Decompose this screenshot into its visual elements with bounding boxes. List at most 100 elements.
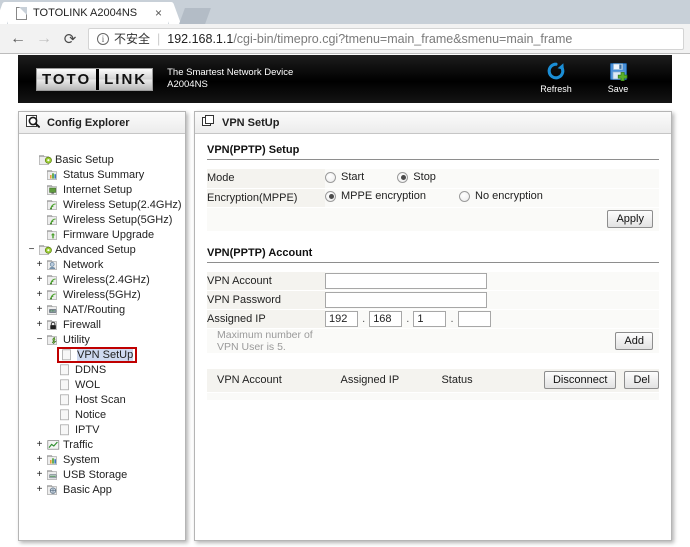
collapse-icon[interactable]: − [27,244,36,255]
mode-radio-start[interactable]: Start [325,171,364,183]
vpn-setup-panel: VPN SetUp VPN(PPTP) Setup Mode Start Sto… [194,111,672,541]
info-icon[interactable]: i [97,32,109,45]
refresh-button[interactable]: Refresh [534,59,578,94]
sidebar-item-label: Network [63,258,104,271]
tree-item-content: Notice [59,409,106,421]
sidebar-item-label: USB Storage [63,468,128,481]
assigned-ip-octet-1[interactable] [325,311,358,327]
browser-tab[interactable]: TOTOLINK A2004NS × [8,2,168,24]
expand-icon[interactable]: + [35,274,44,285]
vpn-account-input[interactable] [325,272,487,289]
empty-cell [207,392,659,400]
folder-gear-icon [39,154,52,166]
forward-button[interactable]: → [32,27,56,51]
sidebar-item-vpn-setup[interactable]: VPN SetUp [27,346,185,363]
sidebar-item-wireless-setup-2-4ghz[interactable]: Wireless Setup(2.4GHz) [27,197,185,212]
sidebar-item-network[interactable]: + Network [27,257,185,272]
chart-icon [47,169,60,181]
assigned-ip-value-cell: . . . [325,309,659,329]
sidebar-item-nat-routing[interactable]: + NAT/Routing [27,302,185,317]
tree-item-content: Basic App [47,484,112,496]
tree-item-content: USB Storage [47,469,127,481]
save-button[interactable]: Save [596,59,640,94]
expand-icon[interactable]: + [35,304,44,315]
url-input[interactable]: i 不安全 | 192.168.1.1 /cgi-bin/timepro.cgi… [88,27,684,50]
encryption-radio-mppe[interactable]: MPPE encryption [325,190,426,202]
sidebar-item-label: Traffic [63,438,93,451]
sidebar-item-host-scan[interactable]: Host Scan [27,392,185,407]
reload-button[interactable]: ⟳ [58,27,82,51]
assigned-ip-octet-3[interactable] [413,311,447,327]
config-tree: Basic Setup Status Summary Internet Setup W… [19,134,185,497]
table-header-row: VPN Account Assigned IP Status Disconnec… [207,369,659,393]
encryption-radio-none[interactable]: No encryption [459,190,543,202]
expand-icon[interactable]: + [35,454,44,465]
page-icon [59,393,72,406]
tree-item-content: Wireless(5GHz) [47,289,141,301]
sidebar-item-advanced-setup[interactable]: − Advanced Setup [27,242,185,257]
vpn-setup-form: Mode Start Stop Encryption(MPPE) MPPE en… [207,169,659,231]
expand-icon[interactable]: + [35,484,44,495]
back-button[interactable]: ← [6,27,30,51]
disconnect-button[interactable]: Disconnect [543,371,617,390]
save-label: Save [607,84,629,94]
page-title: VPN SetUp [222,116,280,129]
sidebar-item-wireless-2-4ghz[interactable]: + Wireless(2.4GHz) [27,272,185,287]
del-button[interactable]: Del [624,371,659,390]
sidebar-item-label: Notice [75,408,107,421]
column-status: Status [431,369,536,393]
sidebar-item-firewall[interactable]: + Firewall [27,317,185,332]
assigned-ip-octet-4[interactable] [457,311,491,327]
sidebar-item-internet-setup[interactable]: Internet Setup [27,182,185,197]
add-button[interactable]: Add [615,332,653,350]
close-icon[interactable]: × [155,6,162,20]
apply-row: Apply [207,207,659,231]
tree-item-content: Basic Setup [39,154,114,166]
sidebar-item-firmware-upgrade[interactable]: Firmware Upgrade [27,227,185,242]
sidebar-item-wireless-setup-5ghz[interactable]: Wireless Setup(5GHz) [27,212,185,227]
vpn-password-input[interactable] [325,292,487,308]
apply-button[interactable]: Apply [607,209,653,228]
sidebar-item-basic-setup[interactable]: Basic Setup [27,152,185,167]
sidebar-item-label: Utility [63,333,90,346]
mode-stop-label: Stop [413,171,436,183]
encryption-label: Encryption(MPPE) [207,188,325,208]
upgrade-icon [47,229,60,241]
vpn-account-section-heading: VPN(PPTP) Account [207,247,659,263]
url-separator: | [157,31,161,46]
sidebar-item-label: Status Summary [63,168,145,181]
sidebar-title: Config Explorer [47,116,130,129]
expand-icon[interactable]: + [35,289,44,300]
expand-icon[interactable]: + [35,259,44,270]
assigned-ip-octet-2[interactable] [369,311,403,327]
sidebar-item-ddns[interactable]: DDNS [27,362,185,377]
sidebar-item-usb-storage[interactable]: + USB Storage [27,467,185,482]
column-vpn-account: VPN Account [207,369,331,393]
tree-item-content: Traffic [47,439,93,451]
router-header: TOTO LINK The Smartest Network Device A2… [18,55,672,103]
mode-radio-stop[interactable]: Stop [397,171,436,183]
expand-icon[interactable]: + [35,439,44,450]
tree-item-content: Host Scan [59,394,126,406]
content-area: Config Explorer Basic Setup Status Summar… [0,103,690,541]
expand-icon[interactable]: + [35,319,44,330]
sidebar-item-basic-app[interactable]: + Basic App [27,482,185,497]
page-icon [16,6,27,20]
config-explorer-icon [26,114,40,131]
sidebar-item-iptv[interactable]: IPTV [27,422,185,437]
sidebar-item-wireless-5ghz[interactable]: + Wireless(5GHz) [27,287,185,302]
expand-icon[interactable]: + [35,469,44,480]
sidebar-item-status-summary[interactable]: Status Summary [27,167,185,182]
new-tab-icon[interactable] [179,8,211,24]
sidebar-item-system[interactable]: + System [27,452,185,467]
sidebar-item-traffic[interactable]: + Traffic [27,437,185,452]
sidebar-item-utility[interactable]: − Utility [27,332,185,347]
address-bar: ← → ⟳ i 不安全 | 192.168.1.1 /cgi-bin/timep… [0,24,690,54]
totolink-logo: TOTO LINK [36,67,154,91]
collapse-icon[interactable]: − [35,334,44,345]
sidebar-item-wol[interactable]: WOL [27,377,185,392]
app-icon [47,484,60,496]
sidebar-item-notice[interactable]: Notice [27,407,185,422]
max-user-note: Maximum number of VPN User is 5. [207,328,325,353]
sidebar-item-label: Basic Setup [55,153,114,166]
